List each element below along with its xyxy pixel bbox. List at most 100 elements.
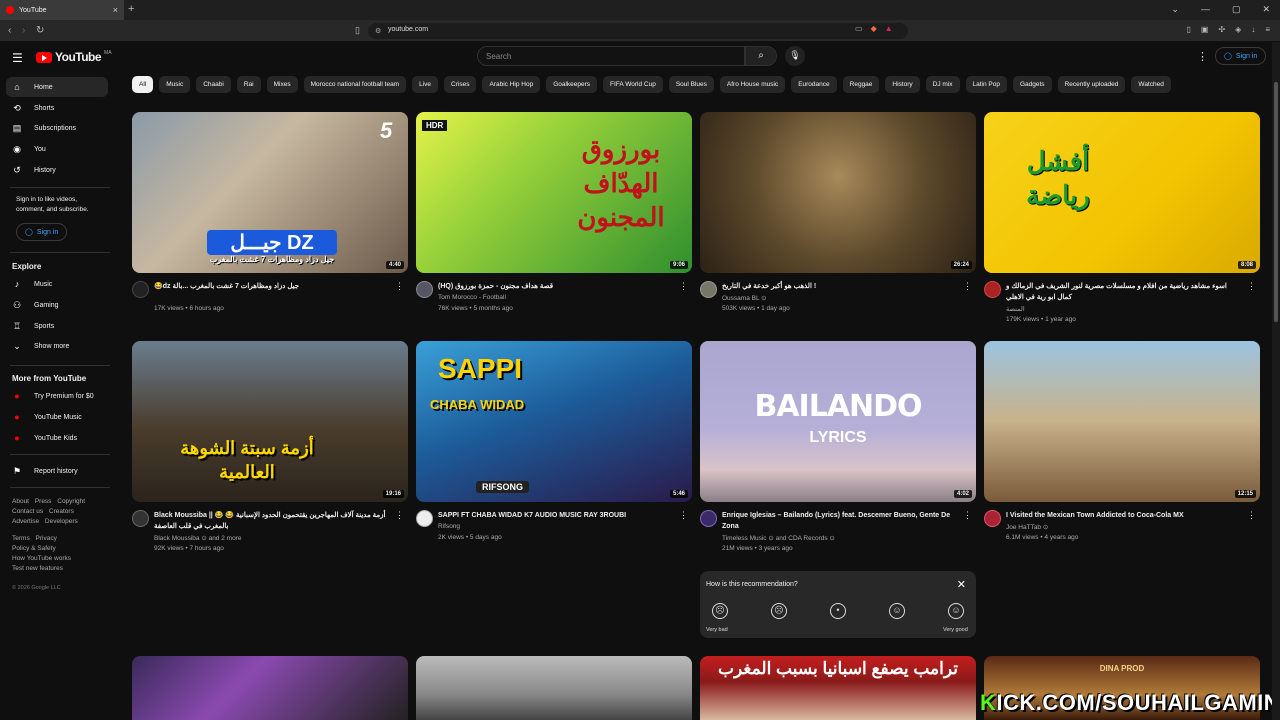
extensions-icon[interactable]: ✣: [1218, 25, 1225, 34]
video-thumbnail[interactable]: [416, 656, 692, 720]
sidebar-item-subscriptions[interactable]: ▤ Subscriptions: [6, 118, 108, 138]
channel-name[interactable]: Joe HaTTab ⊙: [1006, 523, 1048, 531]
sidebar-item-premium[interactable]: ● Try Premium for $0: [6, 386, 108, 406]
sidebar-item-show-more[interactable]: ⌄ Show more: [6, 336, 108, 356]
footer-link-contact[interactable]: Contact us: [12, 508, 43, 515]
chip-fifa-world-cup[interactable]: FIFA World Cup: [603, 76, 663, 93]
very-bad-face-icon[interactable]: ☹: [712, 603, 728, 619]
video-menu-icon[interactable]: ⋮: [1247, 281, 1256, 292]
chip-recently-uploaded[interactable]: Recently uploaded: [1057, 76, 1126, 93]
chip-dj-mix[interactable]: DJ mix: [925, 76, 960, 93]
channel-name[interactable]: Oussama BL ⊙: [722, 294, 767, 302]
channel-avatar[interactable]: [416, 281, 433, 298]
reload-icon[interactable]: ↻: [36, 25, 44, 36]
vpn-icon[interactable]: ◈: [1235, 25, 1241, 34]
youtube-logo[interactable]: YouTube MA: [36, 50, 112, 64]
footer-link-press[interactable]: Press: [35, 498, 52, 505]
video-card[interactable]: BAILANDO LYRICS 4:02 Enrique Iglesias – …: [700, 341, 976, 562]
chip-rai[interactable]: Rai: [236, 76, 261, 93]
url-field[interactable]: ⚙ youtube.com: [368, 23, 908, 39]
chip-afro-house[interactable]: Afro House music: [719, 76, 786, 93]
chip-mixes[interactable]: Mixes: [266, 76, 298, 93]
channel-avatar[interactable]: [700, 281, 717, 298]
sidebar-toggle-icon[interactable]: ▯: [1187, 25, 1191, 34]
sidebar-item-sports[interactable]: ♖ Sports: [6, 316, 108, 336]
chip-gadgets[interactable]: Gadgets: [1012, 76, 1052, 93]
footer-link-creators[interactable]: Creators: [49, 508, 74, 515]
channel-avatar[interactable]: [984, 281, 1001, 298]
video-card[interactable]: جيـــل DZ جيل دزاد ومظاهرات 7 غشت بالمغر…: [132, 112, 408, 333]
video-title[interactable]: SAPPI FT CHABA WIDAD K7 AUDIO MUSIC RAY …: [438, 510, 673, 521]
video-menu-icon[interactable]: ⋮: [1247, 510, 1256, 521]
video-thumbnail[interactable]: 26:24: [700, 112, 976, 273]
chip-soul-blues[interactable]: Soul Blues: [668, 76, 714, 93]
video-title[interactable]: الذهب هو أكبر خدعة في التاريخ !: [722, 281, 957, 292]
video-card[interactable]: [132, 656, 408, 720]
channel-avatar[interactable]: [416, 510, 433, 527]
forward-icon[interactable]: ›: [22, 25, 25, 36]
channel-avatar[interactable]: [132, 510, 149, 527]
video-thumbnail[interactable]: أزمة سبتة الشوهة العالمية 19:16: [132, 341, 408, 502]
sidebar-item-youtube-music[interactable]: ● YouTube Music: [6, 407, 108, 427]
footer-link-policy[interactable]: Policy & Safety: [12, 545, 56, 552]
sidebar-item-shorts[interactable]: ⟲ Shorts: [6, 98, 108, 118]
video-thumbnail[interactable]: جيـــل DZ جيل دزاد ومظاهرات 7 غشت بالمغر…: [132, 112, 408, 273]
site-info-icon[interactable]: ⚙: [375, 27, 381, 35]
chip-eurodance[interactable]: Eurodance: [791, 76, 837, 93]
channel-avatar[interactable]: [132, 281, 149, 298]
video-card[interactable]: ترامب يصفع اسبانيا بسبب المغرب: [700, 656, 976, 720]
video-thumbnail[interactable]: BAILANDO LYRICS 4:02: [700, 341, 976, 502]
video-title[interactable]: Black Moussiba || 😂 😂 أزمة مدينة آلاف ال…: [154, 510, 389, 532]
guide-menu-icon[interactable]: ☰: [12, 51, 23, 65]
sidebar-signin-button[interactable]: ◯ Sign in: [16, 223, 68, 241]
video-card[interactable]: HDR بورزوق الهدّاف المجنون 9:06 (HQ) قصة…: [416, 112, 692, 333]
chip-chaabi[interactable]: Chaabi: [196, 76, 231, 93]
footer-link-advertise[interactable]: Advertise: [12, 518, 39, 525]
video-card[interactable]: 12:15 I Visited the Mexican Town Addicte…: [984, 341, 1260, 562]
bookmark-icon[interactable]: ▯: [355, 25, 360, 36]
good-face-icon[interactable]: ☺: [889, 603, 905, 619]
channel-name[interactable]: Timeless Music ⊙ and CDA Records ⊙: [722, 534, 835, 542]
footer-link-privacy[interactable]: Privacy: [36, 535, 57, 542]
neutral-face-icon[interactable]: •: [830, 603, 846, 619]
menu-icon[interactable]: ≡: [1265, 25, 1270, 34]
page-scrollbar[interactable]: [1272, 42, 1280, 720]
video-thumbnail[interactable]: 12:15: [984, 341, 1260, 502]
channel-name[interactable]: المنصة: [1006, 305, 1025, 313]
chip-watched[interactable]: Watched: [1131, 76, 1171, 93]
chip-arabic-hip-hop[interactable]: Arabic Hip Hop: [482, 76, 541, 93]
footer-link-copyright[interactable]: Copyright: [57, 498, 85, 505]
chip-reggae[interactable]: Reggae: [842, 76, 880, 93]
browser-tab[interactable]: YouTube ×: [0, 0, 124, 20]
sidebar-item-report-history[interactable]: ⚑ Report history: [6, 461, 108, 481]
sidebar-item-music[interactable]: ♪ Music: [6, 274, 108, 294]
wallet-icon[interactable]: ▣: [1201, 25, 1209, 34]
channel-name[interactable]: Tom Morocco - Football: [438, 294, 506, 301]
video-thumbnail[interactable]: SAPPI CHABA WIDAD RIFSONG 5:46: [416, 341, 692, 502]
video-menu-icon[interactable]: ⋮: [679, 281, 688, 292]
bad-face-icon[interactable]: ☹: [771, 603, 787, 619]
chip-live[interactable]: Live: [412, 76, 439, 93]
chip-history[interactable]: History: [885, 76, 920, 93]
video-card[interactable]: SAPPI CHABA WIDAD RIFSONG 5:46 SAPPI FT …: [416, 341, 692, 562]
search-button[interactable]: ⌕: [745, 46, 777, 66]
very-good-face-icon[interactable]: ☺: [948, 603, 964, 619]
video-title[interactable]: اسوء مشاهد رياضية من افلام و مسلسلات مصر…: [1006, 281, 1241, 303]
video-card[interactable]: أزمة سبتة الشوهة العالمية 19:16 Black Mo…: [132, 341, 408, 562]
video-thumbnail[interactable]: أفشل رياضة 8:08: [984, 112, 1260, 273]
video-card[interactable]: أفشل رياضة 8:08 اسوء مشاهد رياضية من افل…: [984, 112, 1260, 333]
video-card[interactable]: [416, 656, 692, 720]
search-input[interactable]: Search: [477, 46, 745, 66]
tab-close-icon[interactable]: ×: [113, 5, 118, 15]
channel-avatar[interactable]: [700, 510, 717, 527]
brave-shield-icon[interactable]: ◆: [871, 24, 877, 33]
chip-latin-pop[interactable]: Latin Pop: [965, 76, 1007, 93]
settings-menu-icon[interactable]: ⋮: [1197, 50, 1208, 63]
scrollbar-thumb[interactable]: [1274, 82, 1278, 322]
channel-name[interactable]: Rifsong: [438, 523, 460, 530]
back-icon[interactable]: ‹: [8, 25, 11, 36]
sidebar-item-you[interactable]: ◉ You: [6, 139, 108, 159]
footer-link-how-youtube-works[interactable]: How YouTube works: [12, 555, 71, 562]
video-title[interactable]: Enrique Iglesias – Bailando (Lyrics) fea…: [722, 510, 957, 532]
footer-link-terms[interactable]: Terms: [12, 535, 30, 542]
